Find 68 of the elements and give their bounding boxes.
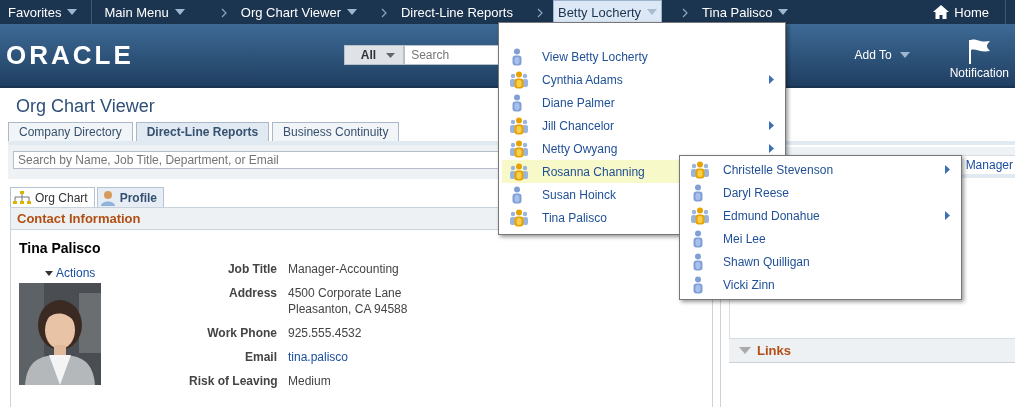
field-label: Risk of Leaving	[189, 374, 277, 388]
person-icon	[99, 190, 116, 206]
menu-item[interactable]: Cynthia Adams	[502, 68, 782, 91]
field-value: Manager-Accounting	[288, 262, 400, 276]
submenu-arrow-icon	[945, 211, 950, 220]
tab[interactable]: Profile	[96, 187, 165, 207]
actions-link[interactable]: Actions	[45, 266, 189, 280]
home-link[interactable]: Home	[933, 4, 989, 20]
chevron-icon	[220, 8, 227, 18]
group-icon	[510, 139, 528, 158]
tab[interactable]: Company Directory	[8, 122, 133, 141]
menu-item[interactable]: Vicki Zinn	[683, 273, 958, 296]
group-icon	[691, 206, 709, 225]
caret-icon	[647, 9, 658, 15]
flag-icon	[966, 38, 993, 64]
field-label: Work Phone	[206, 326, 277, 340]
caret-icon	[174, 9, 185, 15]
field-value: Pleasanton, CA 94588	[288, 302, 408, 316]
logo: ORACLE	[6, 39, 134, 71]
field-label: Email	[244, 350, 277, 364]
field-label: Address	[227, 286, 277, 302]
submenu-arrow-icon	[769, 144, 774, 153]
home-icon	[933, 5, 950, 19]
chevron-icon	[536, 8, 543, 18]
nav-menu[interactable]: Main Menu	[104, 4, 185, 20]
menu-item[interactable]: Diane Palmer	[502, 91, 782, 114]
email-link[interactable]: tina.palisco	[288, 350, 408, 364]
field-value: 4500 Corporate Lane	[288, 286, 403, 300]
group-icon	[510, 116, 528, 135]
breadcrumb[interactable]: Tina Palisco	[698, 1, 793, 23]
section-title: Links	[757, 343, 791, 358]
link-text[interactable]: Manager	[965, 158, 1015, 172]
group-icon	[510, 70, 528, 89]
tab[interactable]: Direct-Line Reports	[135, 122, 270, 141]
tab[interactable]: Business Continuity	[272, 122, 400, 141]
menu-item[interactable]: Mei Lee	[683, 227, 958, 250]
caret-icon	[45, 270, 53, 276]
nav-menu[interactable]: Favorites	[8, 4, 78, 20]
submenu-arrow-icon	[769, 121, 774, 130]
breadcrumb[interactable]: Direct-Line Reports	[396, 1, 517, 23]
caret-icon	[67, 9, 78, 15]
field-label: Job Title	[226, 262, 277, 276]
submenu-arrow-icon	[769, 75, 774, 84]
collapse-icon	[739, 347, 751, 354]
caret-icon	[778, 9, 789, 15]
notification-button[interactable]: Notification	[949, 30, 1009, 80]
submenu-arrow-icon	[945, 165, 950, 174]
field-value: 925.555.4532	[288, 326, 363, 340]
caret-icon	[346, 9, 357, 15]
breadcrumb[interactable]: Org Chart Viewer	[236, 1, 361, 23]
page-title: Org Chart Viewer	[16, 96, 155, 118]
menu-item[interactable]: Jill Chancelor	[502, 114, 782, 137]
menu-item[interactable]: Daryl Reese	[683, 181, 958, 204]
org-chart-icon	[13, 191, 31, 205]
field-value: Medium	[288, 374, 332, 388]
breadcrumb[interactable]: Betty Locherty	[552, 0, 663, 24]
add-to-menu[interactable]: Add To	[854, 48, 910, 62]
chevron-icon	[682, 8, 689, 18]
group-icon	[691, 160, 709, 179]
tab[interactable]: Org Chart	[10, 187, 95, 207]
chevron-icon	[380, 8, 387, 18]
scope-dropdown[interactable]: All	[343, 45, 405, 65]
group-icon	[510, 208, 528, 227]
menu-item[interactable]: Shawn Quilligan	[683, 250, 958, 273]
caret-icon	[899, 52, 910, 58]
caret-icon	[386, 52, 396, 58]
person-name: Tina Palisco	[19, 240, 102, 256]
group-icon	[510, 162, 528, 181]
